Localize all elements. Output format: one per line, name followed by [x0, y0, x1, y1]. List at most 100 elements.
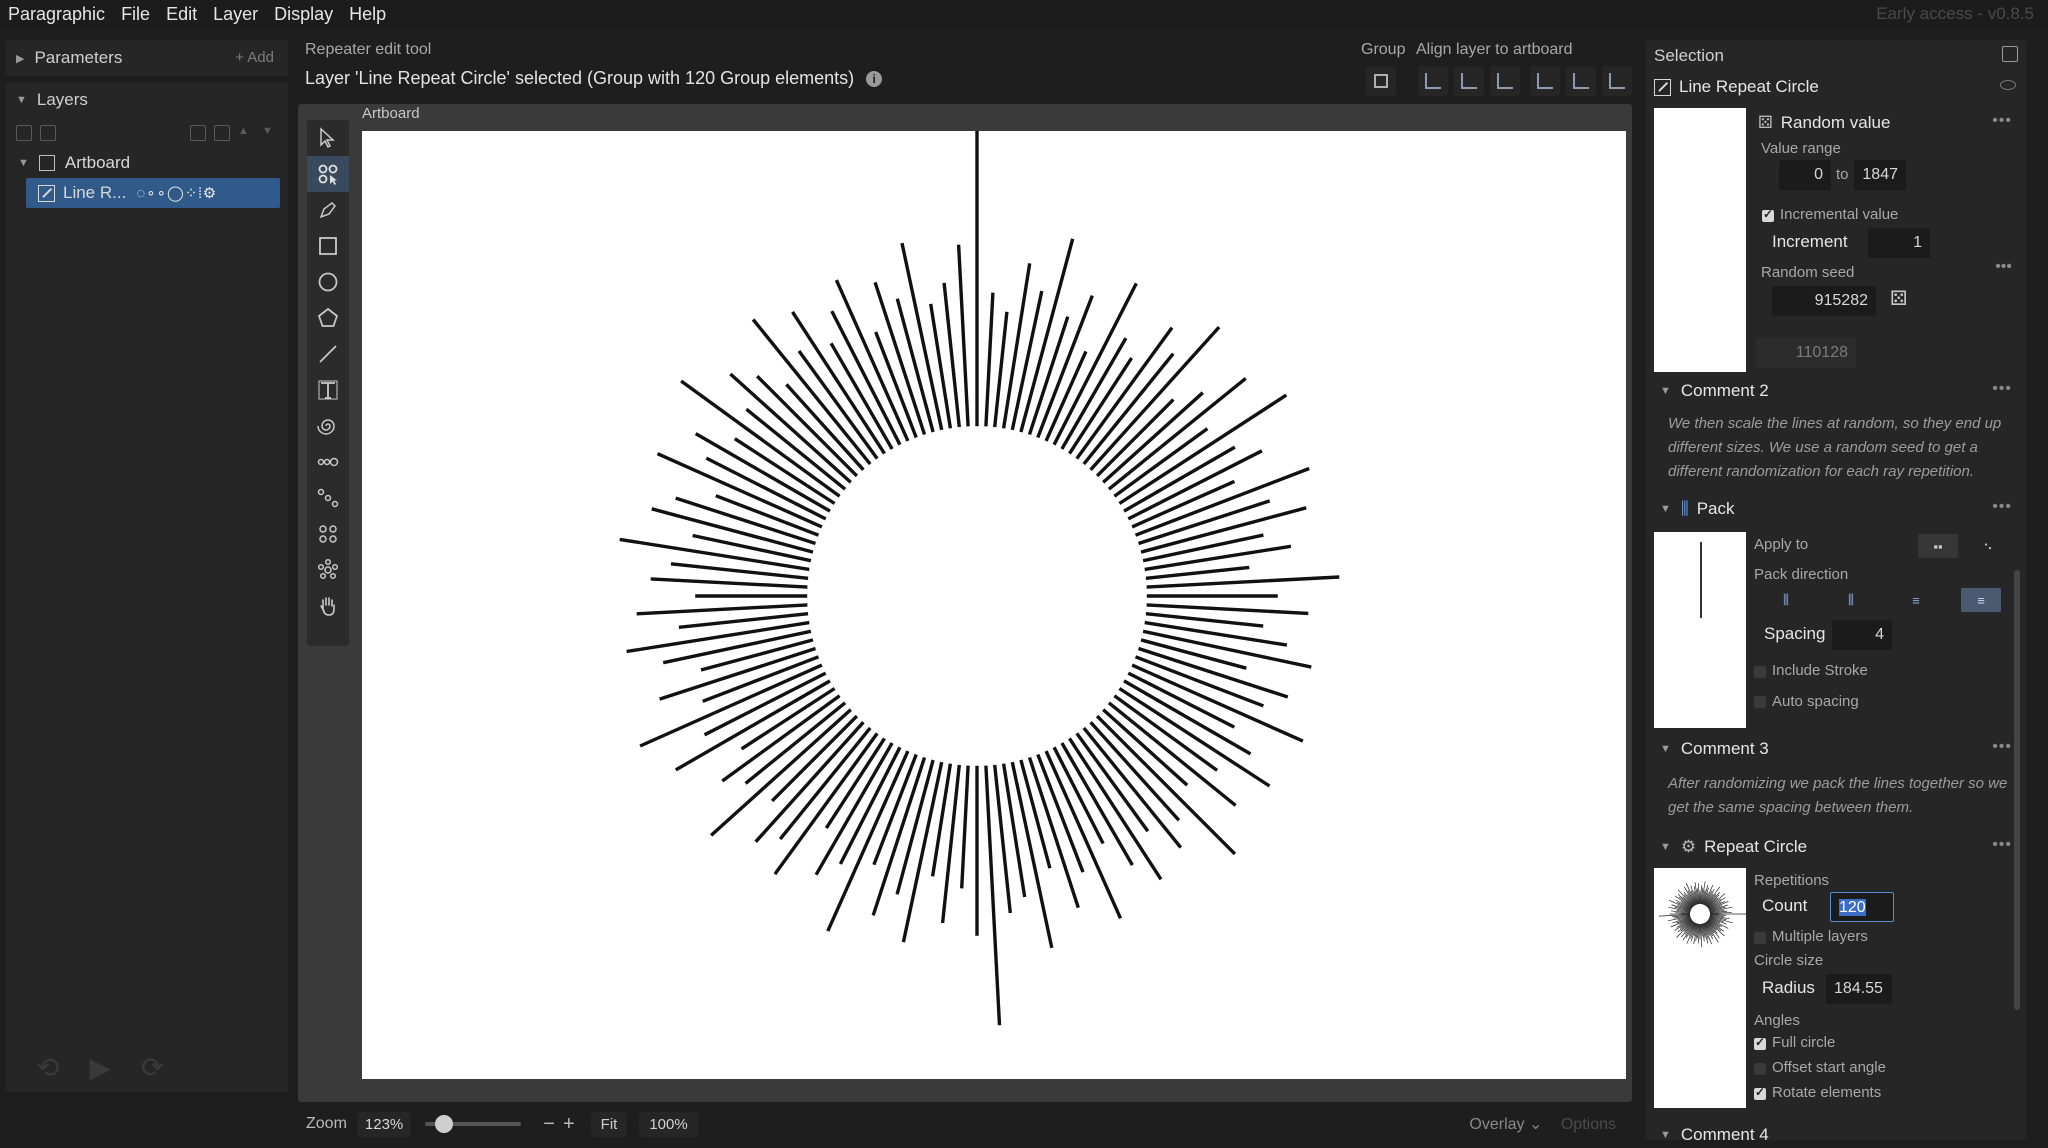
repeat-grid-icon	[319, 525, 337, 543]
comment-4-header[interactable]: ▼ Comment 4	[1654, 1120, 2018, 1140]
menu-display[interactable]: Display	[266, 4, 341, 25]
fit-button[interactable]: Fit	[590, 1111, 628, 1137]
play-icon[interactable]: ▶	[89, 1051, 111, 1084]
menu-app[interactable]: Paragraphic	[0, 4, 113, 25]
pen-tool[interactable]	[307, 192, 349, 228]
layer-label: Artboard	[64, 153, 131, 172]
add-parameter-button[interactable]: + Add	[235, 49, 274, 66]
spiral-tool[interactable]	[307, 408, 349, 444]
new-seed-dice-icon[interactable]: ⚄	[1890, 286, 1907, 311]
count-field[interactable]: 120	[1830, 892, 1894, 922]
polygon-tool[interactable]	[307, 300, 349, 336]
apply-to-all-button[interactable]: ▪▪	[1918, 534, 1958, 558]
menu-file[interactable]: File	[113, 4, 158, 25]
panel-scrollbar[interactable]	[2014, 570, 2020, 1010]
offset-start-checkbox[interactable]	[1754, 1063, 1766, 1075]
more-options-icon[interactable]: •••	[1992, 836, 2012, 854]
pack-header[interactable]: ▼ ⫼ Pack •••	[1654, 494, 2018, 524]
align-right-button[interactable]	[1490, 66, 1520, 96]
comment-3-header[interactable]: ▼ Comment 3 •••	[1654, 734, 2018, 764]
more-options-icon[interactable]: •••	[1995, 258, 2012, 276]
rotate-elements-checkbox[interactable]	[1754, 1085, 1766, 1100]
layer-item-artboard[interactable]: ▼ Artboard	[6, 148, 288, 178]
align-bottom-button[interactable]	[1602, 66, 1632, 96]
hand-tool[interactable]	[307, 588, 349, 624]
group-button[interactable]	[1366, 66, 1396, 96]
frame-icon[interactable]	[190, 125, 206, 141]
menu-help[interactable]: Help	[341, 4, 394, 25]
more-options-icon[interactable]: •••	[1992, 498, 2012, 516]
info-icon[interactable]: i	[866, 70, 883, 87]
include-stroke-checkbox[interactable]	[1754, 666, 1766, 678]
range-min-field[interactable]: 0	[1779, 160, 1831, 190]
select-tool[interactable]	[307, 120, 349, 156]
artboard[interactable]	[362, 126, 1626, 1079]
overlay-label[interactable]: Overlay	[1469, 1116, 1524, 1133]
more-options-icon[interactable]: •••	[1992, 380, 2012, 398]
zoom-slider[interactable]	[425, 1115, 522, 1133]
increment-field[interactable]: 1	[1868, 228, 1930, 258]
forward-icon[interactable]: ⟳	[141, 1051, 164, 1084]
zoom-field[interactable]: 123%	[356, 1111, 412, 1137]
random-value-header[interactable]: ⚄ Random value •••	[1752, 108, 2018, 138]
more-options-icon[interactable]: •••	[1992, 112, 2012, 130]
mask-icon[interactable]	[214, 125, 230, 141]
align-center-h-icon	[1461, 73, 1477, 89]
multiple-layers-checkbox[interactable]	[1754, 932, 1766, 944]
menu-edit[interactable]: Edit	[158, 4, 205, 25]
auto-spacing-checkbox[interactable]	[1754, 696, 1766, 708]
ellipse-tool[interactable]	[307, 264, 349, 300]
range-max-field[interactable]: 1847	[1854, 160, 1906, 190]
zoom-out-button[interactable]: −	[543, 1113, 555, 1136]
random-seed-field[interactable]: 915282	[1772, 286, 1876, 316]
align-top-button[interactable]	[1530, 66, 1560, 96]
comment-2-header[interactable]: ▼ Comment 2 •••	[1654, 376, 2018, 406]
repeat-circle-header[interactable]: ▼ ⚙ Repeat Circle •••	[1654, 832, 2018, 862]
repeat-path-tool[interactable]	[307, 480, 349, 516]
menubar: Paragraphic File Edit Layer Display Help…	[0, 0, 2048, 28]
line-tool[interactable]	[307, 336, 349, 372]
expand-down-icon: ▼	[1660, 743, 1671, 755]
text-tool[interactable]	[307, 372, 349, 408]
layers-header[interactable]: ▼ Layers	[6, 82, 288, 118]
overlay-control[interactable]: Overlay ⌄ Options	[1469, 1114, 1616, 1134]
zoom-in-button[interactable]: +	[563, 1113, 575, 1136]
full-circle-checkbox[interactable]	[1754, 1035, 1766, 1050]
radius-field[interactable]: 184.55	[1826, 974, 1892, 1004]
align-center-h-button[interactable]	[1454, 66, 1484, 96]
eye-icon[interactable]	[2000, 80, 2016, 90]
incremental-checkbox[interactable]	[1762, 207, 1774, 222]
repeater-edit-tool[interactable]	[307, 156, 349, 192]
more-options-icon[interactable]: •••	[1992, 738, 2012, 756]
duplicate-layer-icon[interactable]	[16, 125, 32, 141]
repeat-grid-tool[interactable]	[307, 516, 349, 552]
rectangle-tool[interactable]	[307, 228, 349, 264]
repeat-linear-tool[interactable]	[307, 444, 349, 480]
popout-icon[interactable]	[2002, 46, 2018, 62]
pack-left-button[interactable]: ⫼	[1766, 588, 1806, 612]
ray-line	[1146, 575, 1340, 589]
repeat-circle-tool[interactable]	[307, 552, 349, 588]
spacing-field[interactable]: 4	[1832, 620, 1892, 650]
new-group-icon[interactable]	[40, 125, 56, 141]
rewind-icon[interactable]: ⟲	[36, 1051, 59, 1084]
pack-down-button[interactable]: ≡	[1961, 588, 2001, 612]
zoom-slider-knob[interactable]	[435, 1115, 454, 1133]
layer-item-line-repeat-circle[interactable]: Line R... ◌∘∘◯⁘⦙⚙	[26, 178, 280, 208]
tool-name: Repeater edit tool	[305, 41, 432, 58]
move-up-icon[interactable]: ▲	[238, 125, 254, 141]
sunburst-artwork[interactable]	[362, 126, 1626, 1079]
value-range-label: Value range	[1761, 140, 1841, 157]
menu-layer[interactable]: Layer	[205, 4, 266, 25]
modifier-icons[interactable]: ◌∘∘◯⁘⦙⚙	[136, 184, 217, 202]
pack-direction-label: Pack direction	[1754, 566, 1849, 583]
options-label[interactable]: Options	[1561, 1116, 1616, 1133]
pack-up-button[interactable]: ≡	[1896, 588, 1936, 612]
apply-to-selected-button[interactable]: ⠢	[1968, 534, 2008, 558]
align-center-v-button[interactable]	[1566, 66, 1596, 96]
align-top-icon	[1537, 73, 1553, 89]
pack-right-button[interactable]: ⫼	[1831, 588, 1871, 612]
align-left-button[interactable]	[1418, 66, 1448, 96]
zoom-100-button[interactable]: 100%	[639, 1111, 698, 1137]
move-down-icon[interactable]: ▼	[262, 125, 278, 141]
